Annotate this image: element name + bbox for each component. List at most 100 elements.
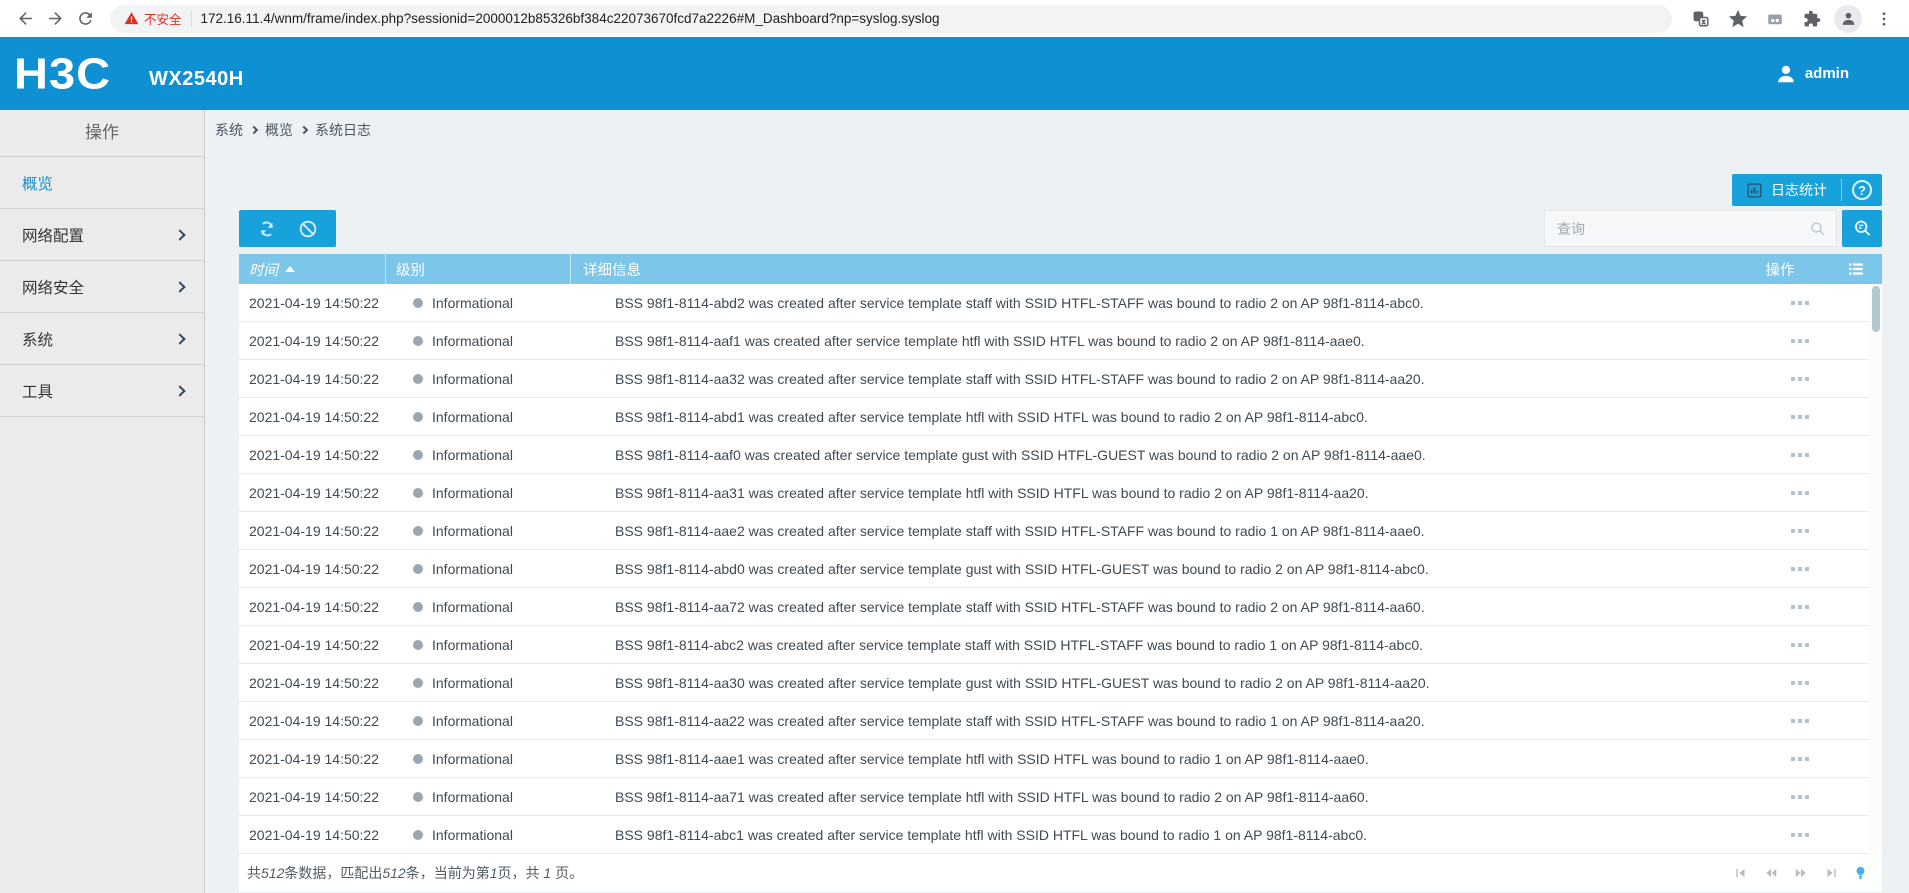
row-more-actions-icon[interactable]: [1730, 604, 1869, 609]
chevron-right-icon: [174, 332, 186, 345]
table-row[interactable]: 2021-04-19 14:50:22 Informational BSS 98…: [239, 816, 1869, 854]
translate-icon[interactable]: [1686, 4, 1716, 34]
breadcrumb-item[interactable]: 系统: [215, 120, 243, 140]
content-inner: 日志统计 ? 查询 时间 级别 详细信息 操作 2021-04-19 14:50…: [239, 174, 1882, 892]
help-button[interactable]: ?: [1842, 174, 1882, 206]
table-row[interactable]: 2021-04-19 14:50:22 Informational BSS 98…: [239, 284, 1869, 322]
log-detail: BSS 98f1-8114-aaf1 was created after ser…: [615, 332, 1365, 349]
profile-avatar-icon[interactable]: [1834, 4, 1862, 33]
clear-ban-icon[interactable]: [295, 216, 321, 242]
sidebar-item-menu[interactable]: 系统: [0, 313, 204, 365]
level-label: Informational: [432, 750, 513, 767]
sidebar-item-label: 工具: [22, 383, 54, 401]
sidebar-item-label: 系统: [22, 331, 54, 349]
table-row[interactable]: 2021-04-19 14:50:22 Informational BSS 98…: [239, 588, 1869, 626]
row-more-actions-icon[interactable]: [1730, 642, 1869, 647]
forward-icon[interactable]: [40, 4, 70, 34]
log-level: Informational: [385, 333, 570, 349]
refresh-icon[interactable]: [254, 216, 280, 242]
time-header-label: 时间: [249, 262, 278, 279]
row-more-actions-icon[interactable]: [1730, 832, 1869, 837]
back-icon[interactable]: [10, 4, 40, 34]
sidebar-item-active[interactable]: 概览: [0, 157, 204, 209]
log-level: Informational: [385, 523, 570, 539]
row-more-actions-icon[interactable]: [1730, 414, 1869, 419]
sidebar-item-menu[interactable]: 网络安全: [0, 261, 204, 313]
reload-icon[interactable]: [70, 4, 100, 34]
table-row[interactable]: 2021-04-19 14:50:22 Informational BSS 98…: [239, 778, 1869, 816]
table-row[interactable]: 2021-04-19 14:50:22 Informational BSS 98…: [239, 740, 1869, 778]
sidebar: 操作 概览 网络配置 网络安全 系统 工具: [0, 110, 205, 893]
address-bar[interactable]: 不安全 172.16.11.4/wnm/frame/index.php?sess…: [110, 4, 1672, 33]
row-more-actions-icon[interactable]: [1730, 528, 1869, 533]
last-page-icon[interactable]: [1823, 866, 1838, 881]
row-more-actions-icon[interactable]: [1730, 718, 1869, 723]
table-row[interactable]: 2021-04-19 14:50:22 Informational BSS 98…: [239, 664, 1869, 702]
table-row[interactable]: 2021-04-19 14:50:22 Informational BSS 98…: [239, 360, 1869, 398]
table-row[interactable]: 2021-04-19 14:50:22 Informational BSS 98…: [239, 702, 1869, 740]
kebab-menu-icon[interactable]: [1869, 4, 1899, 34]
cards-icon[interactable]: [1760, 4, 1790, 34]
level-dot-icon: [413, 297, 423, 308]
log-time: 2021-04-19 14:50:22: [249, 522, 379, 539]
sidebar-item-menu[interactable]: 工具: [0, 365, 204, 417]
log-detail: BSS 98f1-8114-abc2 was created after ser…: [615, 636, 1424, 653]
sidebar-item-menu[interactable]: 网络配置: [0, 209, 204, 261]
row-more-actions-icon[interactable]: [1730, 376, 1869, 381]
first-page-icon[interactable]: [1733, 866, 1748, 881]
table-toolbar: [239, 210, 336, 247]
table-row[interactable]: 2021-04-19 14:50:22 Informational BSS 98…: [239, 550, 1869, 588]
column-header-time[interactable]: 时间: [239, 254, 385, 284]
log-level: Informational: [385, 637, 570, 653]
row-more-actions-icon[interactable]: [1730, 756, 1869, 761]
column-header-detail[interactable]: 详细信息: [570, 254, 1730, 284]
log-time: 2021-04-19 14:50:22: [249, 332, 379, 349]
username-label: admin: [1804, 65, 1849, 82]
chevron-right-icon: [249, 125, 259, 135]
log-detail: BSS 98f1-8114-aae1 was created after ser…: [615, 750, 1369, 767]
row-more-actions-icon[interactable]: [1730, 794, 1869, 799]
page-url: 172.16.11.4/wnm/frame/index.php?sessioni…: [200, 11, 940, 26]
row-more-actions-icon[interactable]: [1730, 680, 1869, 685]
log-stats-button[interactable]: 日志统计: [1732, 174, 1841, 206]
level-dot-icon: [413, 449, 423, 460]
sidebar-title: 操作: [0, 110, 204, 157]
lightbulb-icon[interactable]: [1853, 866, 1868, 881]
advanced-search-button[interactable]: [1842, 210, 1882, 247]
table-row[interactable]: 2021-04-19 14:50:22 Informational BSS 98…: [239, 474, 1869, 512]
level-dot-icon: [413, 373, 423, 384]
table-row[interactable]: 2021-04-19 14:50:22 Informational BSS 98…: [239, 436, 1869, 474]
record-count-text: 共512条数据，匹配出512条，当前为第1页，共 1 页。: [247, 865, 584, 881]
next-page-icon[interactable]: [1793, 866, 1808, 881]
table-row[interactable]: 2021-04-19 14:50:22 Informational BSS 98…: [239, 512, 1869, 550]
level-label: Informational: [432, 826, 513, 843]
scrollbar-thumb[interactable]: [1872, 286, 1880, 332]
column-settings-button[interactable]: [1830, 254, 1882, 284]
level-dot-icon: [413, 335, 423, 346]
level-dot-icon: [413, 487, 423, 498]
prev-page-icon[interactable]: [1763, 866, 1778, 881]
row-more-actions-icon[interactable]: [1730, 338, 1869, 343]
detail-header-label: 详细信息: [583, 262, 641, 279]
search-input[interactable]: [1545, 220, 1836, 237]
breadcrumb-item[interactable]: 概览: [265, 120, 293, 140]
breadcrumb-item[interactable]: 系统日志: [315, 120, 371, 140]
table-row[interactable]: 2021-04-19 14:50:22 Informational BSS 98…: [239, 398, 1869, 436]
row-more-actions-icon[interactable]: [1730, 490, 1869, 495]
level-dot-icon: [413, 639, 423, 650]
level-label: Informational: [432, 522, 513, 539]
log-level: Informational: [385, 713, 570, 729]
table-row[interactable]: 2021-04-19 14:50:22 Informational BSS 98…: [239, 322, 1869, 360]
row-more-actions-icon[interactable]: [1730, 300, 1869, 305]
row-more-actions-icon[interactable]: [1730, 566, 1869, 571]
stats-row: 日志统计 ?: [239, 174, 1882, 206]
row-more-actions-icon[interactable]: [1730, 452, 1869, 457]
column-header-level[interactable]: 级别: [385, 254, 570, 284]
column-list-icon: [1849, 263, 1863, 275]
extensions-puzzle-icon[interactable]: [1797, 4, 1827, 34]
table-row[interactable]: 2021-04-19 14:50:22 Informational BSS 98…: [239, 626, 1869, 664]
log-detail: BSS 98f1-8114-abc1 was created after ser…: [615, 826, 1368, 843]
user-menu[interactable]: admin: [1775, 63, 1849, 85]
h3c-logo[interactable]: H3C: [14, 52, 111, 95]
star-icon[interactable]: [1723, 4, 1753, 34]
